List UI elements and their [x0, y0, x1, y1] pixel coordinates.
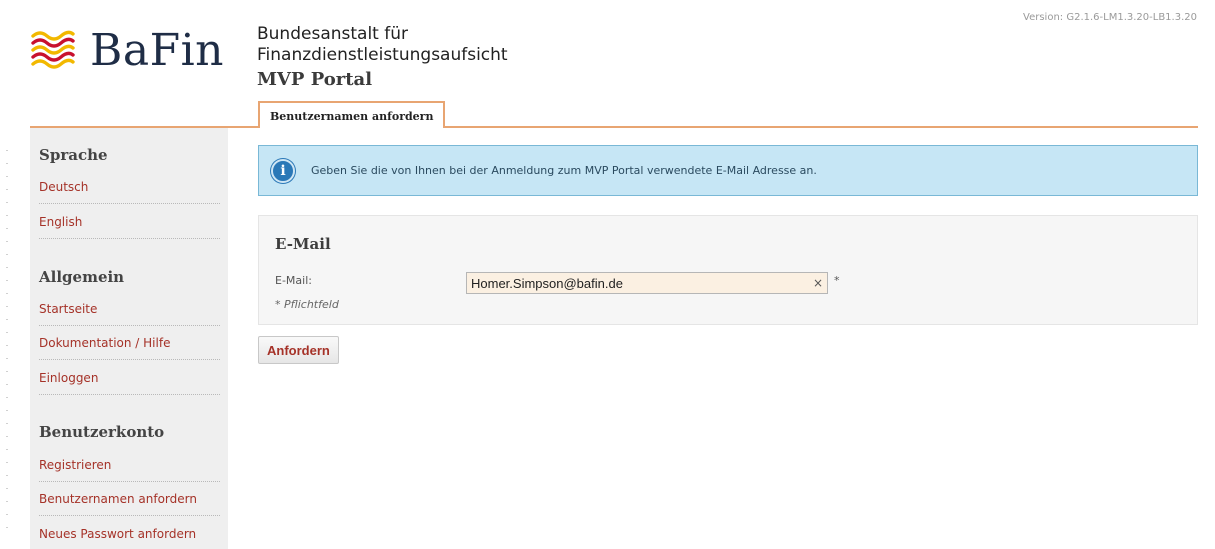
email-field[interactable]: [467, 273, 809, 293]
portal-name: MVP Portal: [257, 69, 373, 90]
sidebar-item-label: Startseite: [39, 302, 98, 316]
sidebar-item-benutzernamen-anfordern[interactable]: Benutzernamen anfordern: [39, 492, 220, 516]
tab-benutzernamen-anfordern[interactable]: Benutzernamen anfordern: [258, 101, 446, 128]
sidebar-item-dokumentation[interactable]: Dokumentation / Hilfe: [39, 336, 220, 360]
version-label: Version: G2.1.6-LM1.3.20-LB1.3.20: [1023, 12, 1197, 23]
sidebar: Sprache Deutsch English Allgemein Starts…: [30, 128, 228, 549]
bafin-waves-icon: [31, 30, 75, 69]
left-edge-dots: [6, 150, 8, 530]
sidebar-item-label: Neues Passwort anfordern: [39, 527, 197, 541]
sidebar-heading-benutzerkonto: Benutzerkonto: [39, 423, 165, 441]
sidebar-item-label: Dokumentation / Hilfe: [39, 336, 171, 350]
sidebar-item-label: Registrieren: [39, 458, 112, 472]
info-message: i Geben Sie die von Ihnen bei der Anmeld…: [258, 145, 1198, 196]
sidebar-item-label: Deutsch: [39, 180, 89, 194]
form-title: E-Mail: [275, 235, 331, 253]
sidebar-item-english[interactable]: English: [39, 215, 220, 239]
info-text: Geben Sie die von Ihnen bei der Anmeldun…: [311, 164, 817, 177]
clear-icon[interactable]: ×: [809, 276, 827, 290]
sidebar-heading-sprache: Sprache: [39, 146, 108, 164]
sidebar-item-label: Benutzernamen anfordern: [39, 492, 197, 506]
sidebar-item-label: Einloggen: [39, 371, 99, 385]
sidebar-item-neues-passwort[interactable]: Neues Passwort anfordern: [39, 527, 220, 549]
sidebar-item-einloggen[interactable]: Einloggen: [39, 371, 220, 395]
anfordern-button[interactable]: Anfordern: [258, 336, 339, 364]
bafin-logo: BaFin: [30, 20, 230, 80]
sidebar-item-startseite[interactable]: Startseite: [39, 302, 220, 326]
email-input-wrapper: ×: [466, 272, 828, 294]
required-marker: *: [834, 274, 840, 287]
agency-line-1: Bundesanstalt für: [257, 24, 408, 44]
email-label: E-Mail:: [275, 274, 312, 287]
logo-wordmark: BaFin: [90, 24, 225, 76]
email-form-panel: E-Mail E-Mail: × * * Pflichtfeld: [258, 215, 1198, 325]
agency-line-2: Finanzdienstleistungsaufsicht: [257, 45, 508, 65]
sidebar-item-registrieren[interactable]: Registrieren: [39, 458, 220, 482]
agency-name: Bundesanstalt für Finanzdienstleistungsa…: [257, 24, 508, 66]
sidebar-item-deutsch[interactable]: Deutsch: [39, 180, 220, 204]
required-note: * Pflichtfeld: [275, 298, 339, 311]
sidebar-heading-allgemein: Allgemein: [39, 268, 125, 286]
info-icon: i: [271, 158, 295, 183]
sidebar-item-label: English: [39, 215, 83, 229]
